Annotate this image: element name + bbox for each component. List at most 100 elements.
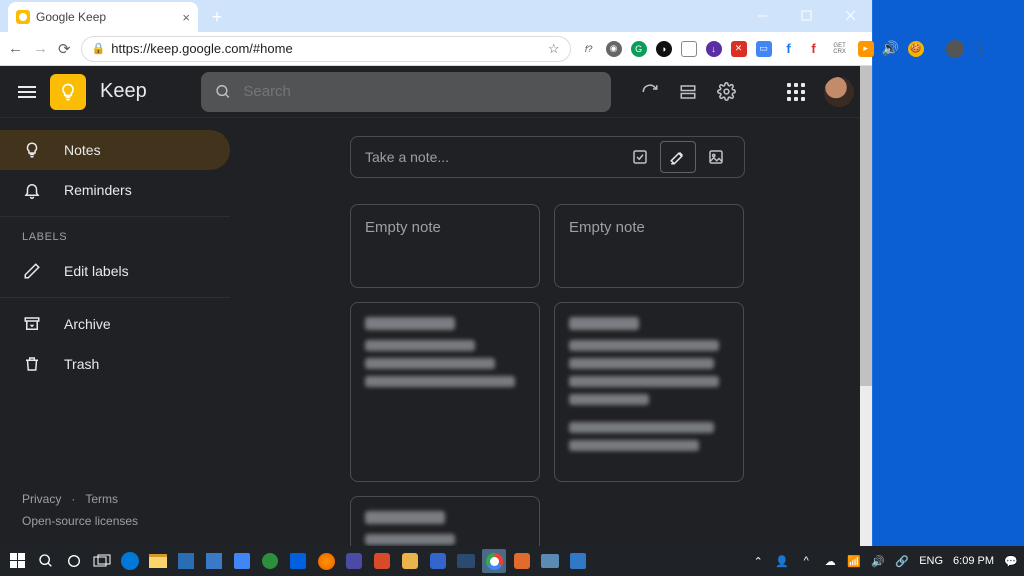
- licenses-link[interactable]: Open-source licenses: [22, 514, 138, 528]
- sidebar-item-label: Edit labels: [64, 263, 129, 279]
- ext-red-f-icon[interactable]: f: [806, 41, 822, 57]
- tray-people-icon[interactable]: 👤: [775, 554, 789, 568]
- privacy-link[interactable]: Privacy: [22, 492, 61, 506]
- bookmark-star-icon[interactable]: ☆: [548, 41, 560, 57]
- ext-square-icon[interactable]: [681, 41, 697, 57]
- list-view-button[interactable]: [678, 82, 698, 102]
- taskbar-app-icon[interactable]: [202, 549, 226, 573]
- ext-download-icon[interactable]: ↓: [706, 41, 722, 57]
- taskbar-app-icon[interactable]: [258, 549, 282, 573]
- tab-title: Google Keep: [36, 10, 106, 24]
- ext-volume-icon[interactable]: 🔊: [883, 41, 899, 57]
- refresh-button[interactable]: [640, 82, 660, 102]
- taskbar-app-icon[interactable]: [426, 549, 450, 573]
- search-box[interactable]: [201, 72, 611, 112]
- taskbar-app-icon[interactable]: [510, 549, 534, 573]
- main-menu-button[interactable]: [18, 86, 36, 98]
- tray-chevron-up-icon[interactable]: ^: [799, 554, 813, 568]
- start-button[interactable]: [6, 549, 30, 573]
- cortana-icon[interactable]: [62, 549, 86, 573]
- note-title: Empty note: [365, 219, 441, 236]
- ext-red-icon[interactable]: ✕: [731, 41, 747, 57]
- take-note-bar[interactable]: Take a note...: [350, 136, 745, 178]
- taskbar-app-firefox[interactable]: [314, 549, 338, 573]
- taskbar-app-icon[interactable]: [370, 549, 394, 573]
- taskbar-app-icon[interactable]: [398, 549, 422, 573]
- note-card[interactable]: [350, 302, 540, 482]
- url-field[interactable]: 🔒 https://keep.google.com/#home ☆: [81, 36, 571, 62]
- search-icon: [215, 83, 232, 101]
- window-controls: [740, 0, 872, 30]
- sidebar-item-trash[interactable]: Trash: [0, 344, 230, 384]
- close-window-button[interactable]: [828, 0, 872, 30]
- sidebar-item-notes[interactable]: Notes: [0, 130, 230, 170]
- back-button[interactable]: ←: [8, 40, 23, 57]
- taskbar-app-icon[interactable]: [454, 549, 478, 573]
- tray-language[interactable]: ENG: [919, 555, 943, 567]
- main-content: Take a note... Empty note Empty note: [230, 118, 872, 546]
- ext-grammarly-icon[interactable]: G: [631, 41, 647, 57]
- taskbar-app-explorer[interactable]: [146, 549, 170, 573]
- task-view-icon[interactable]: [90, 549, 114, 573]
- taskbar-app-icon[interactable]: [566, 549, 590, 573]
- taskbar-app-icon[interactable]: [342, 549, 366, 573]
- note-card[interactable]: [554, 302, 744, 482]
- sidebar-item-edit-labels[interactable]: Edit labels: [0, 251, 230, 291]
- taskbar-app-icon[interactable]: [230, 549, 254, 573]
- google-apps-button[interactable]: [786, 82, 806, 102]
- scrollbar-thumb[interactable]: [860, 66, 872, 386]
- ext-getcrx-icon[interactable]: GET CRX: [831, 41, 849, 57]
- new-list-button[interactable]: [622, 141, 658, 173]
- settings-button[interactable]: [716, 82, 736, 102]
- tray-volume-icon[interactable]: 🔊: [871, 554, 885, 568]
- sidebar-item-reminders[interactable]: Reminders: [0, 170, 230, 210]
- keep-header: Keep: [0, 66, 872, 118]
- profile-avatar-icon[interactable]: [946, 40, 964, 58]
- note-card[interactable]: [350, 496, 540, 546]
- keep-app: Keep Notes Re: [0, 66, 872, 546]
- new-drawing-button[interactable]: [660, 141, 696, 173]
- note-card[interactable]: Empty note: [350, 204, 540, 288]
- account-avatar[interactable]: [824, 77, 854, 107]
- forward-button[interactable]: →: [33, 40, 48, 57]
- taskbar-app-icon[interactable]: [286, 549, 310, 573]
- tab-close-icon[interactable]: ×: [182, 10, 190, 25]
- ext-camera-icon[interactable]: ◉: [606, 41, 622, 57]
- reload-button[interactable]: ⟳: [58, 40, 71, 58]
- taskbar-search-icon[interactable]: [34, 549, 58, 573]
- maximize-button[interactable]: [784, 0, 828, 30]
- trash-icon: [22, 355, 42, 373]
- taskbar-app-store[interactable]: [174, 549, 198, 573]
- tray-network-icon[interactable]: 📶: [847, 554, 861, 568]
- ext-facebook-icon[interactable]: f: [781, 41, 797, 57]
- chrome-menu-icon[interactable]: ⋮: [973, 41, 989, 57]
- search-input[interactable]: [243, 83, 596, 100]
- taskbar-app-edge[interactable]: [118, 549, 142, 573]
- new-tab-button[interactable]: +: [204, 4, 230, 30]
- taskbar-app-icon[interactable]: [538, 549, 562, 573]
- taskbar-app-chrome[interactable]: [482, 549, 506, 573]
- sidebar-item-archive[interactable]: Archive: [0, 304, 230, 344]
- minimize-button[interactable]: [740, 0, 784, 30]
- ext-blue-icon[interactable]: ▭: [756, 41, 772, 57]
- address-bar: ← → ⟳ 🔒 https://keep.google.com/#home ☆ …: [0, 32, 872, 66]
- ext-flag-icon[interactable]: ▸: [858, 41, 874, 57]
- scrollbar-track[interactable]: [860, 66, 872, 546]
- lightbulb-icon: [22, 141, 42, 159]
- action-center-icon[interactable]: 💬: [1004, 554, 1018, 568]
- new-image-note-button[interactable]: [698, 141, 734, 173]
- tray-onedrive-icon[interactable]: ☁: [823, 554, 837, 568]
- labels-heading: LABELS: [0, 216, 230, 251]
- tray-clock[interactable]: 6:09 PM: [953, 555, 994, 567]
- ext-cookie-icon[interactable]: 🍪: [908, 41, 924, 57]
- lock-icon: 🔒: [92, 42, 106, 55]
- note-card[interactable]: Empty note: [554, 204, 744, 288]
- ext-circle-icon[interactable]: ◑: [656, 41, 672, 57]
- terms-link[interactable]: Terms: [85, 492, 118, 506]
- ext-f-icon[interactable]: f?: [581, 41, 597, 57]
- tray-link-icon[interactable]: 🔗: [895, 554, 909, 568]
- browser-tab[interactable]: Google Keep ×: [8, 2, 198, 32]
- take-note-placeholder: Take a note...: [365, 149, 449, 165]
- tray-chevron-icon[interactable]: ⌃: [751, 554, 765, 568]
- url-text: https://keep.google.com/#home: [111, 41, 292, 56]
